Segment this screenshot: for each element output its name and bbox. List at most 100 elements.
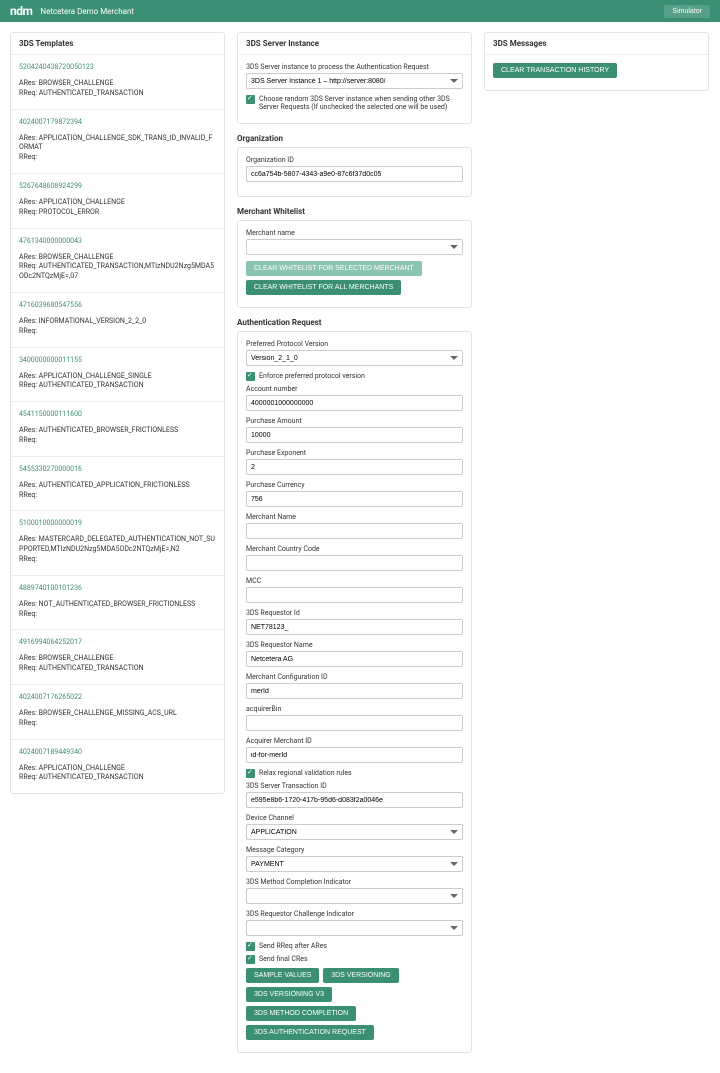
server-instance-select[interactable]: 3DS Server Instance 1 – http://server:80… [246,73,463,89]
logo: ndm [10,4,32,18]
message-select[interactable]: PAYMENT [246,856,463,872]
template-item[interactable]: 5100010000000019ARes: MASTERCARD_DELEGAT… [11,511,224,575]
template-item[interactable]: 3400000000011155ARes: APPLICATION_CHALLE… [11,348,224,403]
template-ares: ARes: BROWSER_CHALLENGE [19,253,216,263]
template-id: 4541150000111600 [19,410,216,418]
organization-title: Organization [237,134,472,143]
relax-label: Relax regional validation rules [259,769,352,777]
acquirer-merchant-input[interactable] [246,747,463,763]
auth-section: Authentication Request Preferred Protoco… [237,318,472,1053]
acquirer-bin-input[interactable] [246,715,463,731]
challenge-label: 3DS Requestor Challenge Indicator [246,910,463,918]
whitelist-section: Merchant Whitelist Merchant name CLEAR W… [237,207,472,308]
template-item[interactable]: 4761340000000043ARes: BROWSER_CHALLENGER… [11,229,224,293]
template-item[interactable]: 4716039680547556ARes: INFORMATIONAL_VERS… [11,293,224,348]
requestor-id-label: 3DS Requestor Id [246,609,463,617]
mcc-input[interactable] [246,587,463,603]
mcc-label: MCC [246,577,463,585]
template-ares: ARes: APPLICATION_CHALLENGE_SDK_TRANS_ID… [19,134,216,154]
template-rreq: RReq: AUTHENTICATED_TRANSACTION [19,381,216,391]
message-label: Message Category [246,846,463,854]
template-ares: ARes: AUTHENTICATED_BROWSER_FRICTIONLESS [19,426,216,436]
template-ares: ARes: BROWSER_CHALLENGE [19,654,216,664]
templates-title: 3DS Templates [11,33,224,55]
exponent-input[interactable] [246,459,463,475]
messages-title: 3DS Messages [485,33,708,55]
relax-checkbox[interactable] [246,769,255,778]
merchant-name-input[interactable] [246,523,463,539]
requestor-name-input[interactable] [246,651,463,667]
template-item[interactable]: 4916994064252017 ARes: BROWSER_CHALLENGER… [11,630,224,685]
org-id-input[interactable] [246,166,463,182]
template-ares: ARes: AUTHENTICATED_APPLICATION_FRICTION… [19,481,216,491]
random-server-checkbox[interactable] [246,95,255,104]
send-rreq-checkbox[interactable] [246,942,255,951]
template-item[interactable]: 5455330270000016 ARes: AUTHENTICATED_APPL… [11,457,224,512]
organization-section: Organization Organization ID [237,134,472,197]
template-ares: ARes: BROWSER_CHALLENGE [19,79,216,89]
template-ares: ARes: MASTERCARD_DELEGATED_AUTHENTICATIO… [19,535,216,555]
template-rreq: RReq: AUTHENTICATED_TRANSACTION,MTIzNDU2… [19,262,216,282]
country-label: Merchant Country Code [246,545,463,553]
template-item[interactable]: 4024007179872394 ARes: APPLICATION_CHALLE… [11,110,224,174]
clear-history-button[interactable]: CLEAR TRANSACTION HISTORY [493,63,617,78]
template-item[interactable]: 4541150000111600 ARes: AUTHENTICATED_BROW… [11,402,224,457]
clear-selected-button[interactable]: CLEAR WHITELIST FOR SELECTED MERCHANT [246,261,422,276]
template-item[interactable]: 4889740100101236 ARes: NOT_AUTHENTICATED_… [11,576,224,631]
templates-list: 5204240438720050123 ARes: BROWSER_CHALLEN… [11,55,224,793]
template-rreq: RReq: AUTHENTICATED_TRANSACTION [19,664,216,674]
send-cres-checkbox[interactable] [246,955,255,964]
templates-panel: 3DS Templates 5204240438720050123 ARes: B… [10,32,225,794]
versioning-button[interactable]: 3DS VERSIONING [323,968,399,983]
template-id: 4916994064252017 [19,638,216,646]
template-id: 4889740100101236 [19,584,216,592]
enforce-label: Enforce preferred protocol version [259,372,365,380]
challenge-select[interactable] [246,920,463,936]
account-input[interactable] [246,395,463,411]
enforce-checkbox[interactable] [246,372,255,381]
sample-values-button[interactable]: SAMPLE VALUES [246,968,319,983]
template-item[interactable]: 4024007176265022ARes: BROWSER_CHALLENGE_… [11,685,224,740]
template-id: 5455330270000016 [19,465,216,473]
clear-all-button[interactable]: CLEAR WHITELIST FOR ALL MERCHANTS [246,280,401,295]
template-id: 4024007179872394 [19,118,216,126]
versioning-v3-button[interactable]: 3DS VERSIONING V3 [246,987,332,1002]
method-completion-button[interactable]: 3DS METHOD COMPLETION [246,1006,356,1021]
whitelist-title: Merchant Whitelist [237,207,472,216]
send-cres-label: Send final CRes [259,955,308,963]
template-rreq: RReq: [19,555,216,565]
device-select[interactable]: APPLICATION [246,824,463,840]
amount-input[interactable] [246,427,463,443]
protocol-select[interactable]: Version_2_1_0 [246,350,463,366]
currency-input[interactable] [246,491,463,507]
requestor-id-input[interactable] [246,619,463,635]
template-id: 5204240438720050123 [19,63,216,71]
random-server-label: Choose random 3DS Server instance when s… [259,95,463,111]
server-panel: 3DS Server Instance 3DS Server instance … [237,32,472,124]
template-id: 3400000000011155 [19,356,216,364]
auth-title: Authentication Request [237,318,472,327]
amount-label: Purchase Amount [246,417,463,425]
template-item[interactable]: 5204240438720050123 ARes: BROWSER_CHALLEN… [11,55,224,110]
config-id-label: Merchant Configuration ID [246,673,463,681]
template-rreq: RReq: [19,491,216,501]
template-item[interactable]: 4024007189449340ARes: APPLICATION_CHALLE… [11,740,224,794]
trans-id-label: 3DS Server Transaction ID [246,782,463,790]
merchant-name-select[interactable] [246,239,463,255]
template-rreq: RReq: [19,610,216,620]
country-input[interactable] [246,555,463,571]
template-ares: ARes: NOT_AUTHENTICATED_BROWSER_FRICTION… [19,600,216,610]
auth-request-button[interactable]: 3DS AUTHENTICATION REQUEST [246,1025,374,1040]
requestor-name-label: 3DS Requestor Name [246,641,463,649]
config-id-input[interactable] [246,683,463,699]
template-rreq: RReq: [19,153,216,163]
trans-id-input[interactable] [246,792,463,808]
completion-select[interactable] [246,888,463,904]
template-ares: ARes: BROWSER_CHALLENGE_MISSING_ACS_URL [19,709,216,719]
template-item[interactable]: 5267648608924299ARes: APPLICATION_CHALLE… [11,174,224,229]
template-ares: ARes: APPLICATION_CHALLENGE [19,198,216,208]
simulator-button[interactable]: Simulator [664,5,710,18]
template-id: 4716039680547556 [19,301,216,309]
template-id: 4024007189449340 [19,748,216,756]
account-label: Account number [246,385,463,393]
